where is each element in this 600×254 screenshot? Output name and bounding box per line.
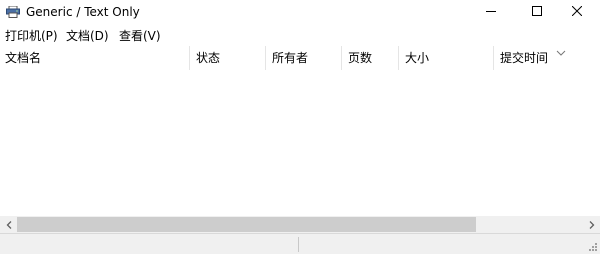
status-divider [298, 237, 299, 252]
menu-printer[interactable]: 打印机(P) [5, 28, 58, 44]
printer-icon [6, 5, 20, 18]
resize-grip-icon[interactable] [586, 242, 598, 254]
horizontal-scrollbar[interactable] [0, 216, 600, 233]
status-pane [4, 236, 294, 253]
column-divider[interactable] [398, 46, 399, 70]
scroll-right-button[interactable] [583, 216, 600, 233]
menu-view[interactable]: 查看(V) [119, 28, 161, 44]
column-submitted[interactable]: 提交时间 [500, 46, 548, 70]
column-pages[interactable]: 页数 [348, 46, 372, 70]
column-divider[interactable] [493, 46, 494, 70]
sort-chevron-icon [556, 46, 566, 56]
column-divider[interactable] [265, 46, 266, 70]
chevron-left-icon [6, 218, 12, 232]
minimize-icon [486, 5, 496, 19]
close-icon [571, 5, 583, 19]
scroll-left-button[interactable] [0, 216, 17, 233]
status-pane [302, 236, 582, 253]
column-document-name[interactable]: 文档名 [5, 46, 41, 70]
maximize-icon [532, 5, 542, 19]
print-queue-list[interactable] [0, 70, 600, 216]
column-divider[interactable] [341, 46, 342, 70]
chevron-right-icon [589, 218, 595, 232]
column-status[interactable]: 状态 [196, 46, 220, 70]
column-divider[interactable] [189, 46, 190, 70]
status-bar [0, 233, 600, 254]
column-owner[interactable]: 所有者 [272, 46, 308, 70]
minimize-button[interactable] [468, 0, 514, 24]
column-header: 文档名 状态 所有者 页数 大小 提交时间 [0, 46, 600, 70]
close-button[interactable] [554, 0, 600, 24]
menu-document[interactable]: 文档(D) [66, 28, 109, 44]
menu-bar: 打印机(P) 文档(D) 查看(V) [0, 27, 600, 45]
window-title: Generic / Text Only [26, 5, 140, 19]
title-bar[interactable]: Generic / Text Only [0, 0, 600, 24]
column-size[interactable]: 大小 [405, 46, 429, 70]
scrollbar-thumb[interactable] [17, 217, 476, 232]
